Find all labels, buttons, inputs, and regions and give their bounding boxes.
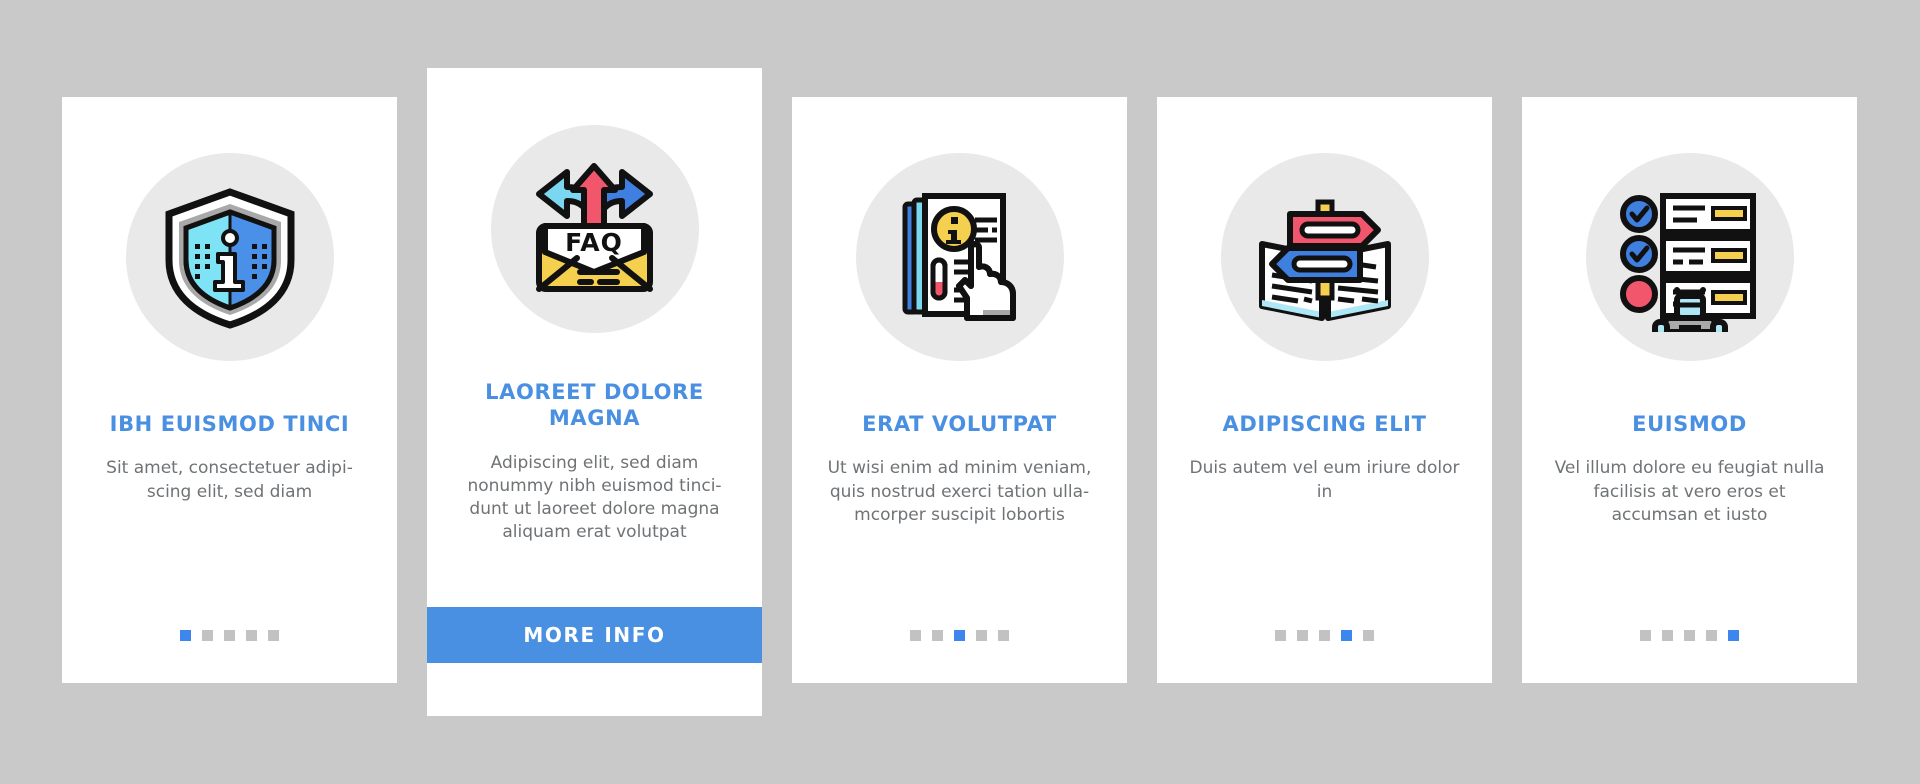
- card-body-text: Vel illum dolore eu feugiat nulla facili…: [1554, 458, 1825, 525]
- signpost-book-icon: [1220, 153, 1429, 361]
- faq-envelope-icon: FAQ: [490, 125, 699, 333]
- pagination-dots[interactable]: [1640, 630, 1739, 641]
- pagination-dot[interactable]: [1319, 630, 1330, 641]
- pagination-dot[interactable]: [246, 630, 257, 641]
- pagination-dot[interactable]: [932, 630, 943, 641]
- pagination-dots[interactable]: [180, 630, 279, 641]
- pagination-dot[interactable]: [1662, 630, 1673, 641]
- card-title: LAOREET DOLORE MAGNA: [485, 380, 704, 431]
- card-body-text: Duis autem vel eum iriure dolor in: [1189, 458, 1460, 502]
- pagination-dot[interactable]: [268, 630, 279, 641]
- pagination-dot[interactable]: [910, 630, 921, 641]
- card-title: IBH EUISMOD TINCI: [109, 412, 350, 436]
- onboarding-card-4[interactable]: ADIPISCING ELIT Duis autem vel eum iriur…: [1157, 97, 1492, 683]
- checklist-robot-icon: [1585, 153, 1794, 361]
- pagination-dot[interactable]: [1363, 630, 1374, 641]
- card-title: EUISMOD: [1632, 412, 1747, 436]
- pagination-dots[interactable]: [910, 630, 1009, 641]
- card-title: ERAT VOLUTPAT: [862, 412, 1057, 436]
- pagination-dot[interactable]: [224, 630, 235, 641]
- onboarding-card-5[interactable]: EUISMOD Vel illum dolore eu feugiat null…: [1522, 97, 1857, 683]
- onboarding-card-2[interactable]: FAQ LAOREET DOLORE MAGNA Adipiscing elit…: [427, 68, 762, 716]
- pagination-dot[interactable]: [180, 630, 191, 641]
- pagination-dot[interactable]: [1706, 630, 1717, 641]
- card-body-text: Sit amet, consectetuer adipi-scing elit,…: [106, 458, 353, 502]
- more-info-button[interactable]: MORE INFO: [427, 607, 762, 663]
- pagination-dot[interactable]: [1341, 630, 1352, 641]
- card-title: ADIPISCING ELIT: [1222, 412, 1427, 436]
- svg-text:FAQ: FAQ: [565, 228, 623, 257]
- pagination-dots[interactable]: [1275, 630, 1374, 641]
- pagination-dot[interactable]: [998, 630, 1009, 641]
- card-body-text: Adipiscing elit, sed diam nonummy nibh e…: [467, 452, 722, 543]
- pagination-dot[interactable]: [976, 630, 987, 641]
- pagination-dot[interactable]: [1297, 630, 1308, 641]
- onboarding-card-3[interactable]: ERAT VOLUTPAT Ut wisi enim ad minim veni…: [792, 97, 1127, 683]
- pagination-dot[interactable]: [1684, 630, 1695, 641]
- onboarding-card-1[interactable]: IBH EUISMOD TINCI Sit amet, consectetuer…: [62, 97, 397, 683]
- pagination-dot[interactable]: [1275, 630, 1286, 641]
- pagination-dot[interactable]: [954, 630, 965, 641]
- info-shield-icon: [125, 153, 334, 361]
- onboarding-screens-stage: IBH EUISMOD TINCI Sit amet, consectetuer…: [0, 0, 1920, 784]
- info-document-hand-icon: [855, 153, 1064, 361]
- pagination-dot[interactable]: [1640, 630, 1651, 641]
- pagination-dot[interactable]: [202, 630, 213, 641]
- pagination-dot[interactable]: [1728, 630, 1739, 641]
- card-body-text: Ut wisi enim ad minim veniam, quis nostr…: [827, 458, 1092, 525]
